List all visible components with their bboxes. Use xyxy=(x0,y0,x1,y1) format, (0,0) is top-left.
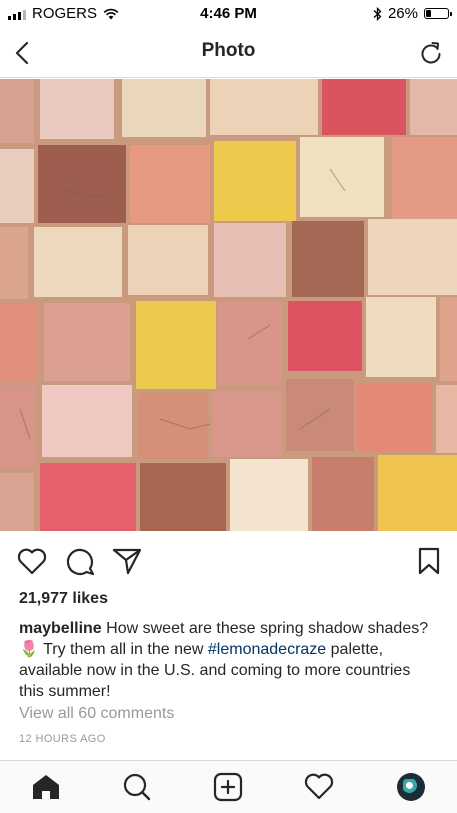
tab-activity[interactable] xyxy=(302,772,336,802)
status-right-group: 26% xyxy=(373,5,452,22)
refresh-icon xyxy=(421,42,441,64)
view-all-comments-link[interactable]: View all 60 comments xyxy=(19,705,174,723)
tab-home[interactable] xyxy=(29,772,63,802)
caption-text-part-2: Try them all in the new xyxy=(43,641,204,658)
post-image[interactable] xyxy=(0,79,457,531)
tab-new-post[interactable] xyxy=(211,772,245,802)
comment-button[interactable] xyxy=(64,544,98,578)
bottom-tab-bar xyxy=(0,760,457,813)
like-button[interactable] xyxy=(15,544,49,578)
tab-profile[interactable] xyxy=(394,772,428,802)
tulip-emoji: 🌷 xyxy=(19,641,39,658)
battery-icon xyxy=(424,8,452,19)
refresh-button[interactable] xyxy=(417,38,445,68)
comment-bubble-icon xyxy=(66,548,95,576)
avatar xyxy=(397,773,425,801)
eyeshadow-palette-photo xyxy=(0,79,457,531)
navigation-header: Photo xyxy=(0,30,457,78)
bluetooth-icon xyxy=(373,6,382,21)
save-button[interactable] xyxy=(412,544,446,578)
search-icon xyxy=(123,773,151,801)
battery-level xyxy=(426,10,431,17)
paper-plane-icon xyxy=(112,548,142,575)
bookmark-icon xyxy=(418,547,440,575)
heart-outline-icon xyxy=(17,548,47,575)
tab-search[interactable] xyxy=(120,772,154,802)
caption-text-part-1: How sweet are these spring shadow shades… xyxy=(106,620,429,637)
page-title: Photo xyxy=(201,40,256,61)
instagram-photo-screen: ROGERS 4:46 PM 26% Photo 21,977 likes ma… xyxy=(0,0,457,813)
post-caption: maybelline How sweet are these spring sh… xyxy=(19,618,439,702)
post-action-bar xyxy=(0,540,457,584)
add-post-icon xyxy=(213,772,243,802)
caption-hashtag-link[interactable]: #lemonadecraze xyxy=(208,641,326,658)
heart-outline-icon xyxy=(304,773,334,800)
status-bar: ROGERS 4:46 PM 26% xyxy=(0,0,457,30)
home-icon xyxy=(33,775,59,799)
battery-percent: 26% xyxy=(387,5,418,22)
post-timestamp: 12 HOURS AGO xyxy=(19,733,106,745)
like-count[interactable]: 21,977 likes xyxy=(19,590,108,608)
caption-username[interactable]: maybelline xyxy=(19,620,102,637)
share-button[interactable] xyxy=(110,544,144,578)
